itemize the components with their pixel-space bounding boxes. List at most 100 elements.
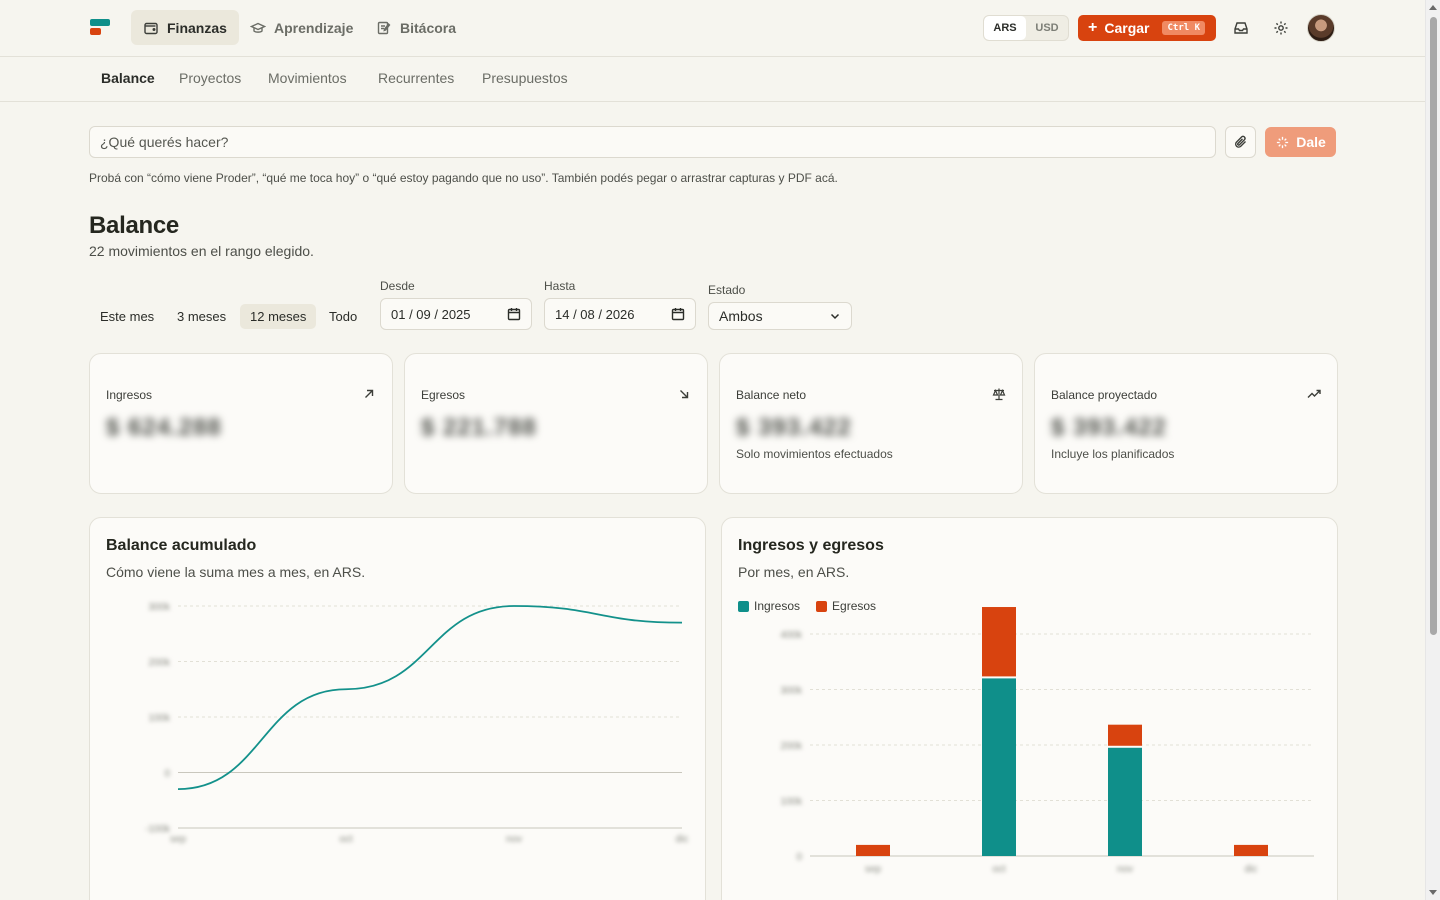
scale-icon xyxy=(992,388,1006,401)
desde-date-input[interactable]: 01 / 09 / 2025 xyxy=(380,298,532,330)
desde-label: Desde xyxy=(380,279,415,293)
bar-egresos[interactable] xyxy=(1234,844,1268,856)
stat-card-ingresos: Ingresos $ 624.288 xyxy=(89,353,393,494)
currency-ars[interactable]: ARS xyxy=(984,16,1026,40)
card-label: Egresos xyxy=(421,388,466,402)
currency-usd[interactable]: USD xyxy=(1026,16,1068,40)
attach-button[interactable] xyxy=(1225,126,1256,158)
bar-egresos[interactable] xyxy=(982,607,1016,677)
y-tick-label: 100k xyxy=(148,713,171,724)
y-tick-label: 0 xyxy=(796,852,802,863)
subnav-balance[interactable]: Balance xyxy=(101,70,155,86)
nav-tab-aprendizaje[interactable]: Aprendizaje xyxy=(238,10,365,45)
subnav-proyectos[interactable]: Proyectos xyxy=(179,70,241,86)
assistant-input[interactable] xyxy=(100,134,1205,150)
prompt-hint: Probá con “cómo viene Proder”, “qué me t… xyxy=(89,171,838,185)
hasta-value: 14 / 08 / 2026 xyxy=(555,306,635,322)
arrow-up-right-icon xyxy=(365,389,374,398)
y-tick-label: 300k xyxy=(148,602,171,613)
card-value: $ 624.288 xyxy=(106,414,222,441)
page-title: Balance xyxy=(89,212,179,239)
card-note: Incluye los planificados xyxy=(1051,447,1175,461)
arrow-down-right-icon xyxy=(680,390,689,399)
trending-up-icon xyxy=(1307,389,1321,398)
stat-card-balance-proyectado: Balance proyectado $ 393.422 Incluye los… xyxy=(1034,353,1338,494)
paperclip-icon xyxy=(1234,135,1246,148)
x-tick-label: oct xyxy=(339,834,353,845)
x-tick-label: nov xyxy=(1117,864,1133,875)
calendar-icon xyxy=(507,308,521,321)
inbox-icon[interactable] xyxy=(1231,18,1251,38)
desde-value: 01 / 09 / 2025 xyxy=(391,306,471,322)
stat-card-balance-neto: Balance neto $ 393.422 Solo movimientos … xyxy=(719,353,1023,494)
cargar-button[interactable]: + Cargar Ctrl K xyxy=(1078,15,1216,41)
currency-toggle[interactable]: ARS USD xyxy=(983,15,1069,41)
card-value: $ 221.788 xyxy=(421,414,537,441)
nav-tab-label: Bitácora xyxy=(400,19,457,36)
subnav-movimientos[interactable]: Movimientos xyxy=(268,70,347,86)
card-note: Solo movimientos efectuados xyxy=(736,447,893,461)
dale-button[interactable]: Dale xyxy=(1265,127,1336,157)
scroll-down-arrow[interactable] xyxy=(1429,890,1437,895)
range-3-meses[interactable]: 3 meses xyxy=(167,304,236,329)
chevron-down-icon xyxy=(830,313,840,320)
range-este-mes[interactable]: Este mes xyxy=(90,304,164,329)
section-subnav: Balance Proyectos Movimientos Recurrente… xyxy=(0,57,1425,102)
y-tick-label: 100k xyxy=(780,797,803,808)
y-tick-label: 0 xyxy=(164,769,170,780)
x-tick-label: oct xyxy=(992,864,1006,875)
card-label: Balance proyectado xyxy=(1051,388,1158,402)
hasta-label: Hasta xyxy=(544,279,576,293)
sparkle-icon xyxy=(1277,136,1289,148)
card-label: Balance neto xyxy=(736,388,807,402)
hasta-date-input[interactable]: 14 / 08 / 2026 xyxy=(544,298,696,330)
balance-series-line xyxy=(177,605,683,791)
bar-ingresos[interactable] xyxy=(1108,747,1142,856)
card-value: $ 393.422 xyxy=(1051,414,1167,441)
dale-label: Dale xyxy=(1296,134,1326,150)
y-tick-label: 200k xyxy=(148,658,171,669)
graduation-cap-icon xyxy=(250,22,266,33)
estado-select[interactable]: Ambos xyxy=(708,302,852,330)
avatar[interactable] xyxy=(1307,14,1335,42)
x-tick-label: nov xyxy=(506,834,522,845)
y-tick-label: 300k xyxy=(780,686,803,697)
x-tick-label: sep xyxy=(170,834,187,845)
bar-egresos[interactable] xyxy=(856,844,890,856)
cargar-label: Cargar xyxy=(1104,20,1150,36)
bar-egresos[interactable] xyxy=(1108,724,1142,746)
range-todo[interactable]: Todo xyxy=(319,304,367,329)
subnav-presupuestos[interactable]: Presupuestos xyxy=(482,70,568,86)
bar-ingresos[interactable] xyxy=(982,678,1016,856)
calendar-icon xyxy=(671,308,685,321)
subnav-recurrentes[interactable]: Recurrentes xyxy=(378,70,454,86)
x-tick-label: dic xyxy=(676,834,689,845)
range-12-meses[interactable]: 12 meses xyxy=(240,304,317,329)
y-tick-label: 400k xyxy=(780,630,803,641)
estado-value: Ambos xyxy=(719,308,763,324)
ingresos-egresos-panel: Ingresos y egresos Por mes, en ARS. Ingr… xyxy=(721,517,1338,900)
nav-tab-label: Aprendizaje xyxy=(274,19,354,36)
journal-edit-icon xyxy=(377,21,391,34)
x-tick-label: dic xyxy=(1245,864,1258,875)
scroll-thumb[interactable] xyxy=(1430,17,1437,635)
assistant-prompt[interactable] xyxy=(89,126,1216,158)
scroll-up-arrow[interactable] xyxy=(1429,5,1437,10)
balance-chart-panel: Balance acumulado Cómo viene la suma mes… xyxy=(89,517,706,900)
x-tick-label: sep xyxy=(865,864,882,875)
nav-tab-bitacora[interactable]: Bitácora xyxy=(364,10,468,45)
stat-card-egresos: Egresos $ 221.788 xyxy=(404,353,708,494)
plus-icon: + xyxy=(1088,19,1098,36)
wallet-icon xyxy=(144,22,158,34)
balance-line-chart: 300k 200k 100k 0 -100ksep oct nov dic xyxy=(145,602,689,845)
top-bar: Finanzas Aprendizaje Bitácora ARS USD + … xyxy=(0,0,1425,57)
estado-label: Estado xyxy=(708,283,746,297)
shortcut-badge: Ctrl K xyxy=(1162,21,1205,35)
app-logo[interactable] xyxy=(90,19,110,36)
ingresos-egresos-bar-chart: 400k 300k 200k 100k 0 sep oct nov dic xyxy=(780,607,1314,875)
card-value: $ 393.422 xyxy=(736,414,852,441)
gear-icon[interactable] xyxy=(1271,18,1291,38)
nav-tab-finanzas[interactable]: Finanzas xyxy=(131,10,239,45)
page-scrollbar[interactable] xyxy=(1425,0,1440,900)
y-tick-label: -100k xyxy=(145,824,171,835)
